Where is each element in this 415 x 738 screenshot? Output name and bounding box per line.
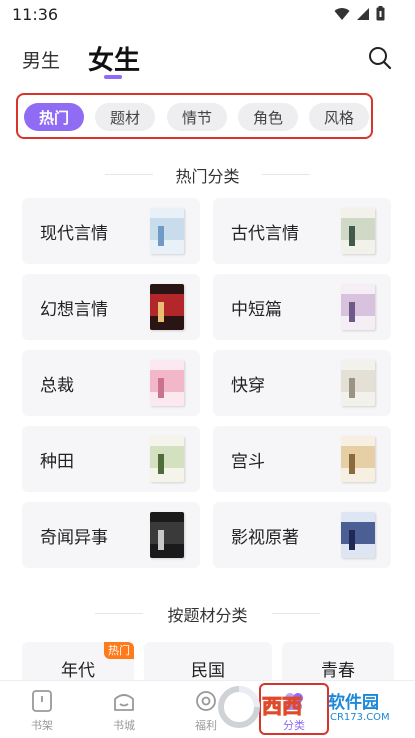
category-card[interactable]: 中短篇 — [213, 274, 391, 340]
bookshelf-icon — [32, 690, 52, 712]
category-card[interactable]: 幻想言情 — [22, 274, 200, 340]
status-bar: 11:36 — [0, 0, 415, 30]
book-cover-thumbnail — [150, 436, 184, 482]
hot-badge: 热门 — [104, 642, 134, 659]
chip-plot[interactable]: 情节 — [167, 103, 227, 131]
site-watermark: 西西 软件园 CR173.COM — [218, 684, 410, 734]
active-tab-indicator — [104, 75, 122, 79]
nav-bookshelf[interactable]: 书架 — [12, 687, 72, 732]
chip-theme[interactable]: 题材 — [95, 103, 155, 131]
category-card-label: 总裁 — [40, 376, 74, 396]
hot-section-title: 热门分类 — [175, 167, 240, 186]
gift-icon — [196, 691, 216, 711]
book-cover-thumbnail — [341, 436, 375, 482]
category-card-label: 种田 — [40, 452, 74, 472]
divider-line — [262, 174, 310, 175]
tab-female[interactable]: 女生 — [88, 40, 140, 77]
category-card[interactable]: 现代言情 — [22, 198, 200, 264]
book-cover-thumbnail — [341, 284, 375, 330]
category-card[interactable]: 种田 — [22, 426, 200, 492]
category-card[interactable]: 古代言情 — [213, 198, 391, 264]
signal-icon — [357, 7, 369, 20]
nav-label: 书架 — [31, 719, 53, 732]
category-card-label: 快穿 — [231, 376, 265, 396]
theme-card-label: 民国 — [191, 661, 225, 681]
watermark-brand: 西西 — [262, 694, 303, 719]
category-card[interactable]: 快穿 — [213, 350, 391, 416]
theme-section-title: 按题材分类 — [167, 606, 248, 625]
chip-role[interactable]: 角色 — [238, 103, 298, 131]
book-cover-thumbnail — [341, 360, 375, 406]
category-card-label: 奇闻异事 — [40, 528, 108, 548]
category-card-label: 幻想言情 — [40, 300, 108, 320]
watermark-site: 软件园 — [328, 693, 379, 713]
theme-card-label: 青春 — [321, 661, 355, 681]
category-card[interactable]: 总裁 — [22, 350, 200, 416]
nav-label: 书城 — [113, 719, 135, 732]
divider-line — [272, 613, 320, 614]
book-cover-thumbnail — [150, 208, 184, 254]
chip-style[interactable]: 风格 — [309, 103, 369, 131]
nav-bookstore[interactable]: 书城 — [94, 687, 154, 732]
tab-male[interactable]: 男生 — [22, 46, 60, 73]
book-cover-thumbnail — [341, 512, 375, 558]
watermark-logo-icon — [218, 686, 260, 728]
category-card[interactable]: 宫斗 — [213, 426, 391, 492]
book-cover-thumbnail — [150, 512, 184, 558]
bookstore-icon — [114, 694, 134, 711]
status-time: 11:36 — [12, 5, 59, 24]
battery-icon — [376, 6, 385, 21]
book-cover-thumbnail — [341, 208, 375, 254]
gender-tabs: 男生 女生 — [22, 40, 392, 80]
search-icon[interactable] — [368, 46, 392, 70]
category-card-label: 中短篇 — [231, 300, 282, 320]
category-chip-bar: 热门 题材 情节 角色 风格 — [16, 93, 373, 139]
category-card-label: 古代言情 — [231, 224, 299, 244]
chip-hot[interactable]: 热门 — [24, 103, 84, 131]
theme-card-label: 年代 — [61, 661, 95, 681]
book-cover-thumbnail — [150, 284, 184, 330]
wifi-icon — [334, 7, 350, 20]
watermark-domain: CR173.COM — [330, 712, 390, 723]
category-card[interactable]: 影视原著 — [213, 502, 391, 568]
category-card[interactable]: 奇闻异事 — [22, 502, 200, 568]
book-cover-thumbnail — [150, 360, 184, 406]
category-card-label: 宫斗 — [231, 452, 265, 472]
category-card-label: 影视原著 — [231, 528, 299, 548]
status-icons — [334, 6, 385, 21]
category-card-label: 现代言情 — [40, 224, 108, 244]
